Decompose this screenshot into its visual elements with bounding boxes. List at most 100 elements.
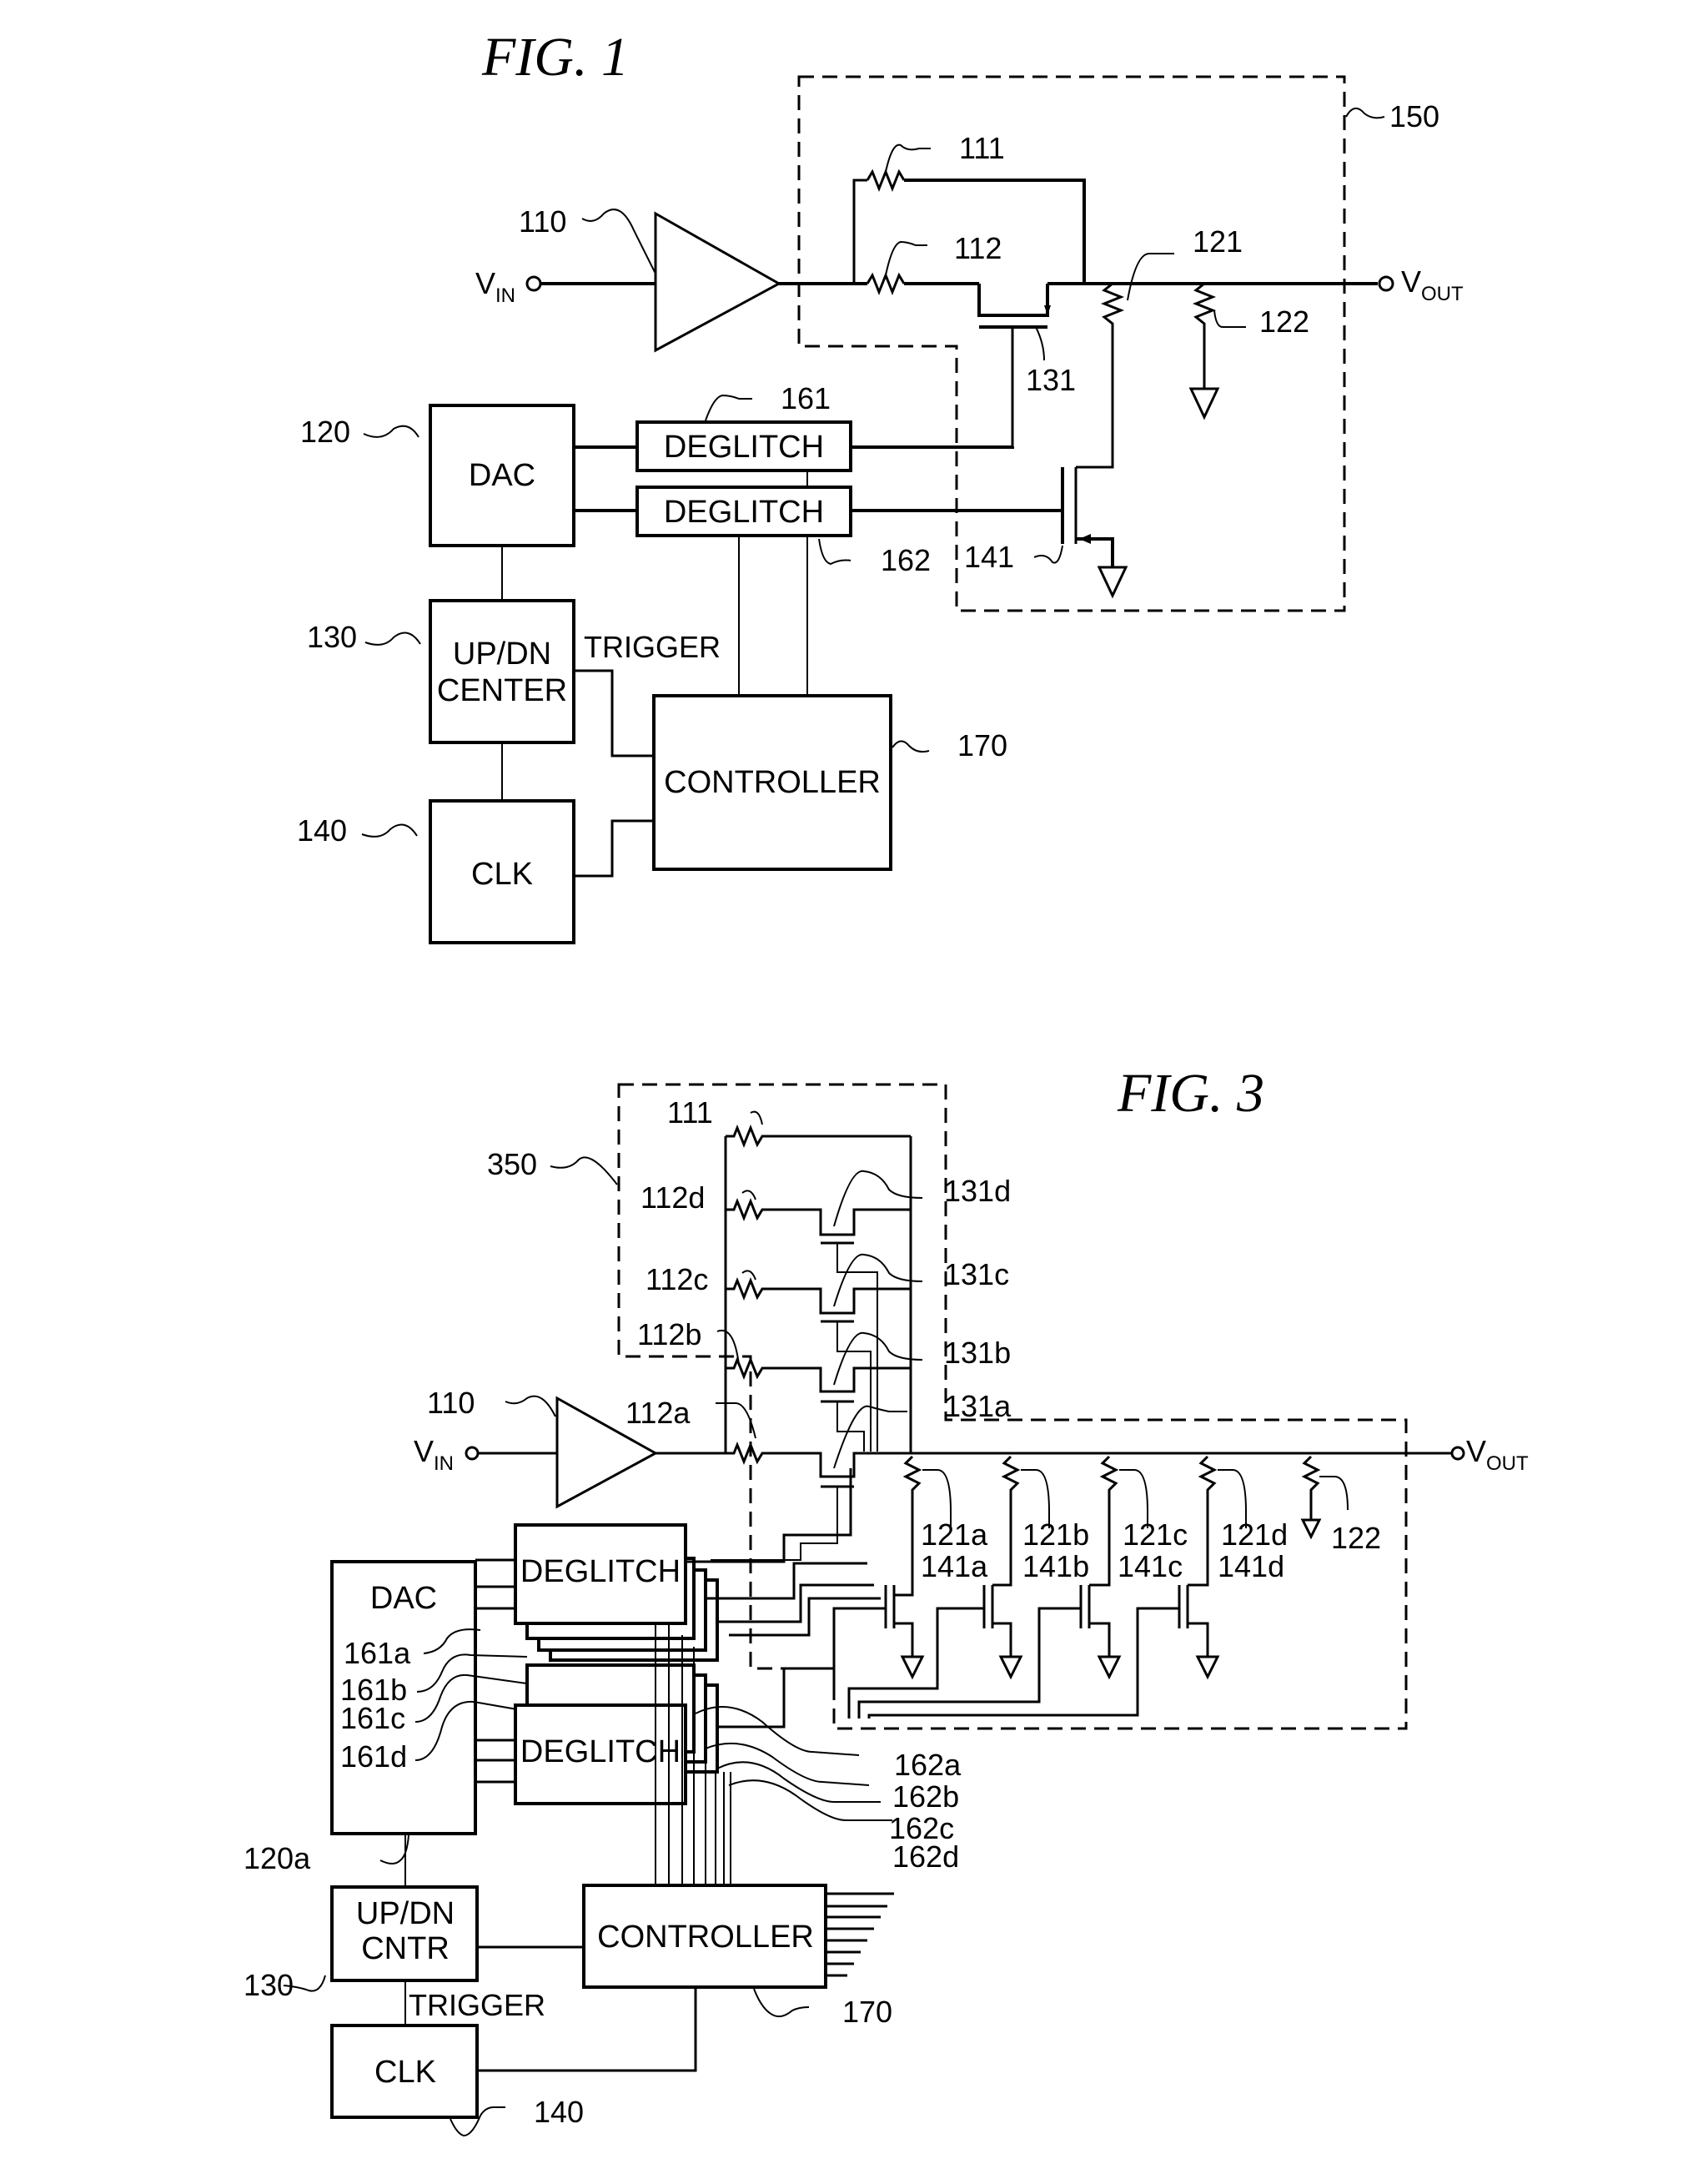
fig3-ref-112b: 112b — [637, 1317, 701, 1351]
fig3-wire — [706, 1562, 867, 1600]
fig3-deglitch-162-label: DEGLITCH — [520, 1734, 681, 1769]
fig1-updn-label-1: UP/DN — [453, 637, 551, 672]
figure-1: FIG. 1 150 VIN 110 112 111 131 VOUT 121 … — [297, 27, 1464, 944]
fig3-ref-141b: 141b — [1022, 1549, 1089, 1583]
fig1-leader-150 — [1345, 108, 1385, 119]
fig1-deglitch-162-label: DEGLITCH — [664, 495, 824, 530]
fig3-ref-162d: 162d — [892, 1839, 959, 1874]
fig3-wire — [1188, 1622, 1209, 1657]
fig3-ground-icon — [1097, 1655, 1122, 1680]
fig1-resistor-111 — [866, 168, 906, 193]
fig3-ref-121c: 121c — [1123, 1517, 1188, 1552]
fig3-dac-label: DAC — [370, 1581, 437, 1616]
fig1-ref-140: 140 — [297, 813, 347, 848]
fig3-shunt-d: 121d 141d — [867, 1455, 1288, 1719]
fig1-leader-131 — [1035, 326, 1045, 361]
fig1-deglitch-161-label: DEGLITCH — [664, 430, 824, 465]
fig3-ground-icon — [1300, 1518, 1322, 1540]
fig1-leader-112 — [885, 240, 927, 276]
fig1-updn-label-2: CENTER — [437, 673, 567, 708]
fig1-ref-150: 150 — [1389, 99, 1439, 133]
fig1-ref-161: 161 — [781, 381, 831, 415]
fig3-shunt-a: 121a 141a — [832, 1455, 988, 1693]
fig3-ground-icon — [998, 1655, 1023, 1680]
fig3-ref-121b: 121b — [1022, 1517, 1089, 1552]
fig3-ref-112a: 112a — [625, 1396, 691, 1430]
fig3-ref-122: 122 — [1331, 1521, 1381, 1555]
fig1-leader-121 — [1127, 253, 1174, 301]
fig3-leader-111 — [750, 1110, 763, 1125]
fig1-leader-120 — [363, 425, 419, 438]
fig3-wire — [857, 1607, 1081, 1719]
fig1-leader-161 — [705, 394, 752, 421]
fig3-clk-label: CLK — [374, 2055, 436, 2090]
fig1-dac-label: DAC — [469, 458, 535, 493]
fig1-trigger-label: TRIGGER — [584, 630, 721, 664]
fig1-wire — [1076, 537, 1114, 567]
fig1-leader-111 — [885, 143, 931, 173]
fig3-ref-141a: 141a — [921, 1549, 988, 1583]
fig1-vout-label: VOUT — [1401, 264, 1464, 305]
fig1-ref-111: 111 — [959, 131, 1005, 165]
fig3-ref-141d: 141d — [1218, 1549, 1284, 1583]
fig1-wire — [852, 179, 867, 284]
fig1-ref-120: 120 — [300, 415, 350, 449]
fig3-vout-label: VOUT — [1466, 1434, 1529, 1475]
fig1-ground-icon — [1097, 566, 1128, 599]
fig3-ref-141c: 141c — [1118, 1549, 1183, 1583]
fig3-leader-122 — [1319, 1476, 1349, 1511]
fig3-ref-170: 170 — [842, 1995, 892, 2029]
fig3-resistor-121d — [1188, 1455, 1218, 1587]
fig1-ref-131: 131 — [1026, 363, 1076, 397]
fig1-transistor-131-channel — [977, 284, 1049, 317]
fig3-trigger-label: TRIGGER — [409, 1988, 545, 2022]
fig3-ref-112c: 112c — [646, 1262, 708, 1296]
fig3-ref-350: 350 — [487, 1147, 537, 1181]
patent-drawing-sheet: FIG. 1 150 VIN 110 112 111 131 VOUT 121 … — [244, 27, 1529, 2137]
fig3-deglitch-161-label: DEGLITCH — [520, 1554, 681, 1589]
fig1-ground-icon — [1188, 387, 1220, 420]
fig3-ref-120a: 120a — [244, 1841, 311, 1875]
fig3-resistor-112b — [726, 1356, 911, 1393]
fig3-title: FIG. 3 — [1117, 1063, 1264, 1124]
fig1-leader-141 — [1033, 545, 1063, 564]
fig3-leader-112b — [716, 1329, 740, 1366]
fig3-leader-112c — [741, 1270, 756, 1281]
fig3-resistor-112c — [726, 1276, 911, 1315]
fig3-ref-162b: 162b — [892, 1779, 959, 1814]
fig1-resistor-112 — [866, 271, 906, 296]
fig3-resistor-121b — [992, 1455, 1021, 1587]
fig1-title: FIG. 1 — [481, 27, 629, 88]
fig1-ref-110: 110 — [519, 204, 566, 239]
figure-3: FIG. 3 350 111 131d 112d 131c 112c 131b … — [244, 1063, 1529, 2137]
fig1-ref-162: 162 — [881, 543, 931, 577]
fig1-amplifier-110 — [654, 211, 782, 353]
fig1-ref-130: 130 — [307, 620, 357, 654]
fig1-wire — [851, 445, 1014, 449]
fig1-ref-170: 170 — [957, 728, 1007, 762]
fig3-ref-162a: 162a — [894, 1748, 962, 1782]
fig3-resistor-122 — [1301, 1455, 1321, 1520]
fig3-wire — [1089, 1622, 1111, 1657]
fig1-vin-terminal — [525, 275, 542, 292]
fig3-leader-110 — [505, 1395, 556, 1417]
fig3-updn-label-2: CNTR — [361, 1931, 450, 1966]
fig3-ref-131c: 131c — [944, 1257, 1009, 1291]
fig1-leader-162 — [818, 538, 851, 566]
fig3-ref-161c: 161c — [340, 1701, 405, 1735]
fig1-leader-140 — [361, 823, 418, 838]
fig1-ref-122: 122 — [1259, 304, 1309, 339]
fig3-resistor-121a — [894, 1455, 922, 1597]
fig3-ref-110: 110 — [427, 1386, 475, 1420]
fig1-clk-label: CLK — [471, 857, 533, 892]
fig3-ref-131b: 131b — [944, 1336, 1011, 1370]
fig3-ref-121d: 121d — [1221, 1517, 1288, 1552]
fig1-ref-141: 141 — [964, 540, 1014, 574]
fig3-ground-icon — [900, 1655, 925, 1680]
fig1-controller-label: CONTROLLER — [664, 765, 881, 800]
fig3-vin-terminal — [465, 1446, 480, 1461]
fig3-dashed-block-350 — [617, 1083, 1408, 1730]
fig1-leader-122 — [1213, 309, 1246, 328]
fig3-leader-162d — [728, 1779, 892, 1821]
fig3-leader-350 — [550, 1156, 618, 1185]
